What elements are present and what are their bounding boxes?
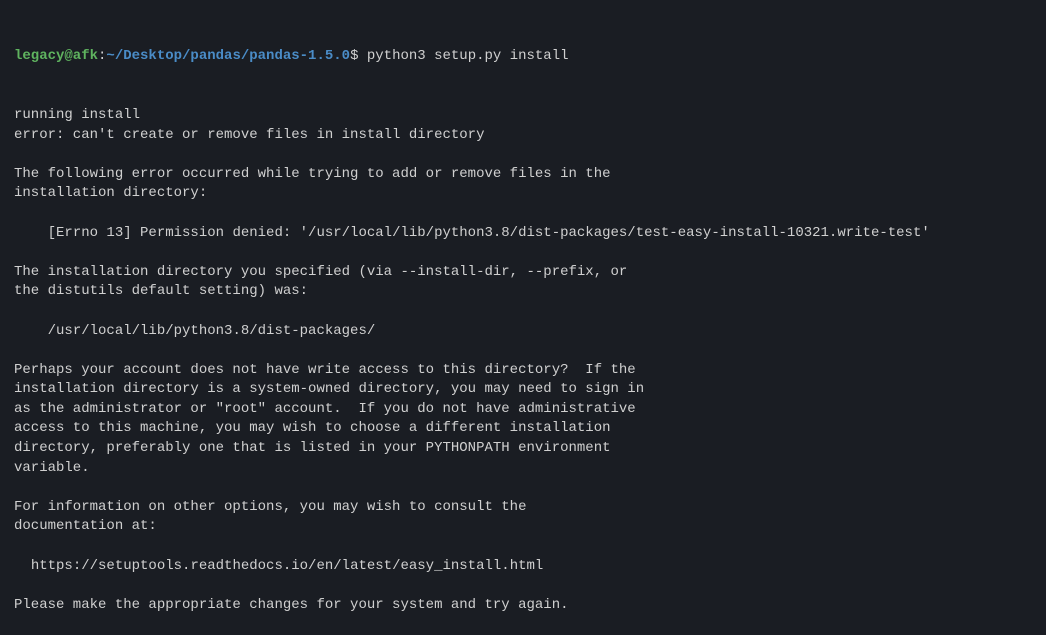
output-line — [14, 576, 1032, 596]
output-line: the distutils default setting) was: — [14, 282, 1032, 302]
command-input: python3 setup.py install — [367, 48, 569, 64]
output-line — [14, 204, 1032, 224]
terminal[interactable]: legacy@afk:~/Desktop/pandas/pandas-1.5.0… — [14, 8, 1032, 635]
output-line — [14, 341, 1032, 361]
prompt-user-host: legacy@afk — [14, 48, 98, 64]
output-line — [14, 478, 1032, 498]
output-line: variable. — [14, 459, 1032, 479]
output-line: The installation directory you specified… — [14, 263, 1032, 283]
output-line: Perhaps your account does not have write… — [14, 361, 1032, 381]
output-line: For information on other options, you ma… — [14, 498, 1032, 518]
output-line — [14, 302, 1032, 322]
output-line: documentation at: — [14, 517, 1032, 537]
output-line: running install — [14, 106, 1032, 126]
output-line: as the administrator or "root" account. … — [14, 400, 1032, 420]
output-line: The following error occurred while tryin… — [14, 165, 1032, 185]
output-line — [14, 537, 1032, 557]
output-line: Please make the appropriate changes for … — [14, 596, 1032, 616]
output-line: /usr/local/lib/python3.8/dist-packages/ — [14, 322, 1032, 342]
output-line — [14, 243, 1032, 263]
output-line: [Errno 13] Permission denied: '/usr/loca… — [14, 224, 1032, 244]
prompt-path: ~/Desktop/pandas/pandas-1.5.0 — [106, 48, 350, 64]
output-line: installation directory: — [14, 184, 1032, 204]
prompt-line: legacy@afk:~/Desktop/pandas/pandas-1.5.0… — [14, 47, 1032, 67]
output-line — [14, 145, 1032, 165]
output-line: installation directory is a system-owned… — [14, 380, 1032, 400]
output-line: directory, preferably one that is listed… — [14, 439, 1032, 459]
terminal-output: running installerror: can't create or re… — [14, 106, 1032, 615]
prompt-dollar: $ — [350, 48, 367, 64]
output-line: https://setuptools.readthedocs.io/en/lat… — [14, 557, 1032, 577]
output-line: error: can't create or remove files in i… — [14, 126, 1032, 146]
output-line: access to this machine, you may wish to … — [14, 419, 1032, 439]
